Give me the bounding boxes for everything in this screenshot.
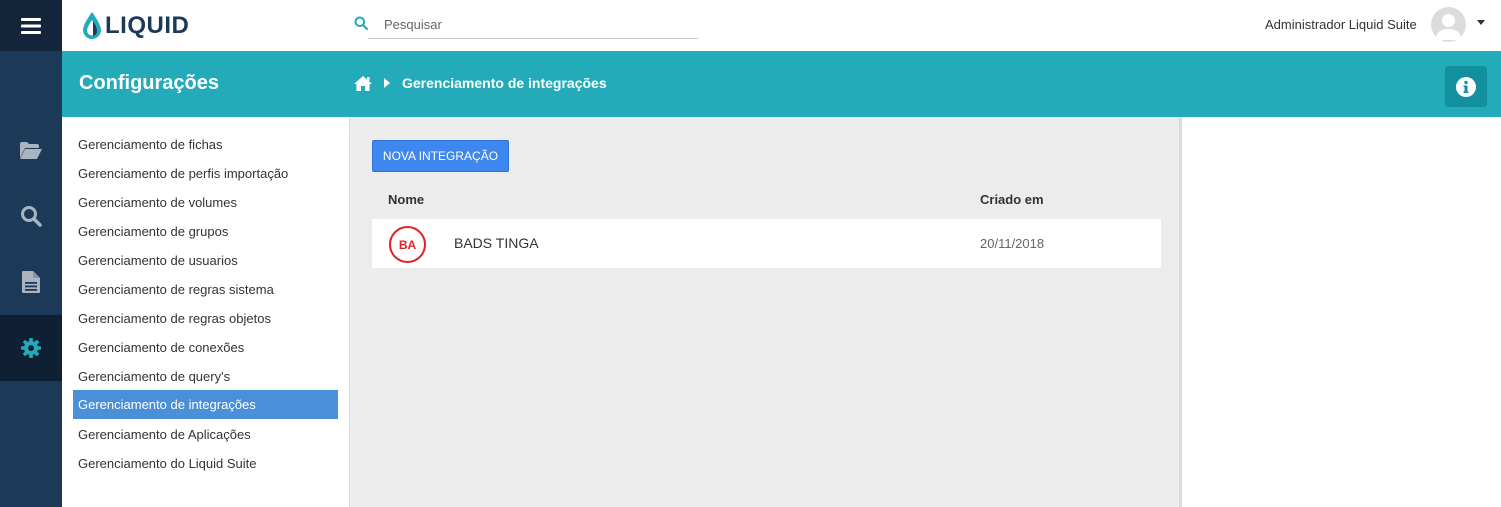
integration-name: BADS TINGA: [454, 235, 539, 251]
caret-down-icon[interactable]: [1476, 20, 1486, 26]
droplet-logo-icon: [83, 12, 101, 39]
info-icon: [1456, 76, 1476, 97]
menu-item-volumes[interactable]: Gerenciamento de volumes: [73, 188, 338, 217]
column-header-created[interactable]: Criado em: [980, 192, 1044, 207]
breadcrumb-separator: [384, 78, 390, 88]
integration-badge: BA: [389, 226, 426, 263]
search-input[interactable]: [368, 10, 698, 39]
page-title: Configurações: [79, 72, 220, 94]
breadcrumb-current: Gerenciamento de integrações: [402, 75, 607, 91]
top-bar: LIQUID Administrador Liquid Suite: [62, 0, 1501, 51]
left-rail: [0, 0, 62, 507]
menu-item-conexoes[interactable]: Gerenciamento de conexões: [73, 333, 338, 362]
menu-item-aplicacoes[interactable]: Gerenciamento de Aplicações: [73, 420, 338, 449]
menu-item-regras-sistema[interactable]: Gerenciamento de regras sistema: [73, 275, 338, 304]
folder-open-icon: [20, 141, 42, 159]
hamburger-icon: [21, 17, 41, 34]
caret-right-icon: [384, 78, 390, 88]
integration-created-date: 20/11/2018: [980, 236, 1045, 251]
rail-item-folders[interactable]: [0, 117, 62, 183]
menu-item-fichas[interactable]: Gerenciamento de fichas: [73, 130, 338, 159]
menu-item-usuarios[interactable]: Gerenciamento de usuarios: [73, 246, 338, 275]
page-header: Configurações Gerenciamento de integraçõ…: [62, 51, 1501, 117]
rail-item-settings[interactable]: [0, 315, 62, 381]
integrations-panel: NOVA INTEGRAÇÃO Nome Criado em BA BADS T…: [349, 117, 1182, 507]
breadcrumb-home[interactable]: [354, 75, 372, 91]
menu-item-liquid-suite[interactable]: Gerenciamento do Liquid Suite: [73, 449, 338, 478]
search-icon: [354, 16, 368, 30]
user-avatar-icon: [1436, 14, 1461, 40]
breadcrumb: Gerenciamento de integrações: [354, 75, 607, 91]
new-integration-button[interactable]: NOVA INTEGRAÇÃO: [372, 140, 509, 172]
table-row[interactable]: BA BADS TINGA 20/11/2018: [372, 219, 1161, 268]
avatar[interactable]: [1431, 7, 1466, 42]
menu-item-querys[interactable]: Gerenciamento de query's: [73, 362, 338, 391]
logo-text: LIQUID: [105, 12, 190, 39]
menu-item-perfis-importacao[interactable]: Gerenciamento de perfis importação: [73, 159, 338, 188]
document-icon: [22, 271, 40, 293]
gear-icon: [21, 338, 41, 358]
menu-toggle-button[interactable]: [0, 0, 62, 51]
rail-item-search[interactable]: [0, 183, 62, 249]
rail-item-documents[interactable]: [0, 249, 62, 315]
menu-item-regras-objetos[interactable]: Gerenciamento de regras objetos: [73, 304, 338, 333]
column-header-name[interactable]: Nome: [388, 192, 424, 207]
search-box: [350, 10, 698, 40]
home-icon: [354, 75, 372, 91]
settings-menu: Gerenciamento de fichas Gerenciamento de…: [62, 117, 349, 507]
app-logo[interactable]: LIQUID: [82, 9, 189, 43]
info-button[interactable]: [1445, 66, 1487, 107]
menu-item-grupos[interactable]: Gerenciamento de grupos: [73, 217, 338, 246]
search-icon: [21, 206, 42, 227]
menu-item-integracoes[interactable]: Gerenciamento de integrações: [73, 390, 338, 419]
user-name[interactable]: Administrador Liquid Suite: [1265, 17, 1417, 32]
